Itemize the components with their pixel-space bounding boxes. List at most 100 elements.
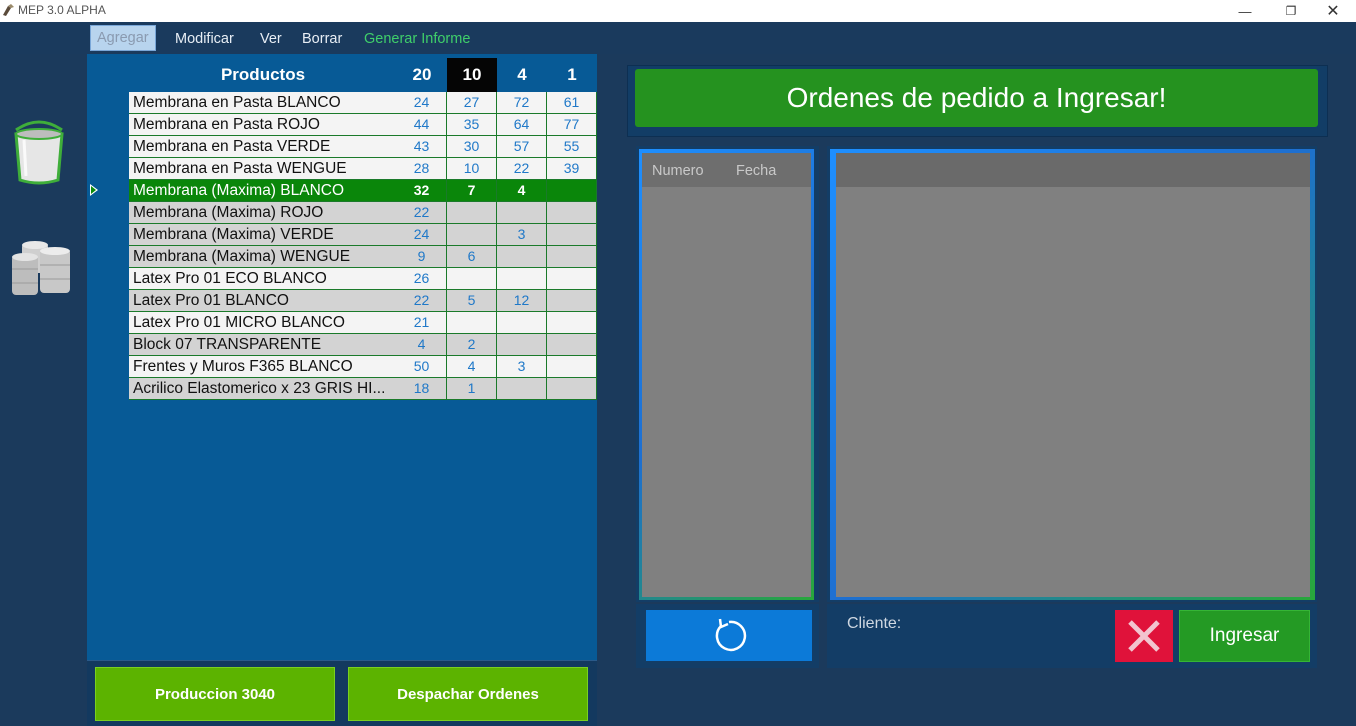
header-productos[interactable]: Productos [129, 58, 397, 92]
product-name-cell[interactable]: Latex Pro 01 MICRO BLANCO [129, 312, 398, 334]
table-row[interactable]: Membrana en Pasta BLANCO 24 27 72 61 [87, 92, 597, 114]
quantity-cell[interactable] [547, 290, 597, 312]
product-name-cell[interactable]: Membrana en Pasta ROJO [129, 114, 398, 136]
quantity-cell[interactable]: 3 [497, 224, 547, 246]
refresh-button[interactable] [646, 610, 812, 661]
menu-generar-informe[interactable]: Generar Informe [358, 26, 476, 52]
quantity-cell[interactable] [447, 312, 497, 334]
menu-modificar[interactable]: Modificar [169, 26, 240, 52]
quantity-cell[interactable]: 22 [397, 290, 447, 312]
quantity-cell[interactable]: 4 [397, 334, 447, 356]
quantity-cell[interactable]: 26 [397, 268, 447, 290]
quantity-cell[interactable]: 7 [447, 180, 497, 202]
barrels-icon[interactable] [10, 239, 72, 299]
table-row[interactable]: Latex Pro 01 ECO BLANCO 26 [87, 268, 597, 290]
column-fecha[interactable]: Fecha [736, 163, 776, 179]
product-name-cell[interactable]: Latex Pro 01 BLANCO [129, 290, 398, 312]
row-indicator[interactable] [87, 202, 129, 224]
close-window-button[interactable]: ✕ [1310, 0, 1356, 22]
quantity-cell[interactable]: 2 [447, 334, 497, 356]
header-size-4[interactable]: 4 [497, 58, 547, 92]
quantity-cell[interactable] [447, 202, 497, 224]
quantity-cell[interactable] [547, 268, 597, 290]
quantity-cell[interactable] [547, 312, 597, 334]
quantity-cell[interactable] [497, 378, 547, 400]
row-indicator[interactable] [87, 158, 129, 180]
quantity-cell[interactable]: 24 [397, 92, 447, 114]
quantity-cell[interactable] [547, 378, 597, 400]
row-indicator[interactable] [87, 136, 129, 158]
quantity-cell[interactable]: 44 [397, 114, 447, 136]
quantity-cell[interactable]: 5 [447, 290, 497, 312]
product-name-cell[interactable]: Latex Pro 01 ECO BLANCO [129, 268, 398, 290]
row-indicator[interactable] [87, 356, 129, 378]
table-row[interactable]: Latex Pro 01 MICRO BLANCO 21 [87, 312, 597, 334]
quantity-cell[interactable] [447, 224, 497, 246]
row-indicator[interactable] [87, 268, 129, 290]
quantity-cell[interactable]: 12 [497, 290, 547, 312]
header-size-10[interactable]: 10 [447, 58, 497, 92]
product-name-cell[interactable]: Membrana en Pasta BLANCO [129, 92, 398, 114]
row-indicator[interactable] [87, 312, 129, 334]
table-row[interactable]: Membrana en Pasta ROJO 44 35 64 77 [87, 114, 597, 136]
row-indicator[interactable] [87, 334, 129, 356]
table-row[interactable]: Membrana en Pasta VERDE 43 30 57 55 [87, 136, 597, 158]
quantity-cell[interactable]: 32 [397, 180, 447, 202]
table-row[interactable]: Acrilico Elastomerico x 23 GRIS HI... 18 1 [87, 378, 597, 400]
quantity-cell[interactable] [497, 312, 547, 334]
quantity-cell[interactable]: 24 [397, 224, 447, 246]
restore-button[interactable]: ❐ [1268, 0, 1314, 22]
quantity-cell[interactable]: 21 [397, 312, 447, 334]
table-row[interactable]: Membrana (Maxima) WENGUE 9 6 [87, 246, 597, 268]
quantity-cell[interactable] [547, 356, 597, 378]
quantity-cell[interactable]: 18 [397, 378, 447, 400]
quantity-cell[interactable]: 35 [447, 114, 497, 136]
menu-ver[interactable]: Ver [254, 26, 288, 52]
quantity-cell[interactable]: 10 [447, 158, 497, 180]
table-row[interactable]: Frentes y Muros F365 BLANCO 50 4 3 [87, 356, 597, 378]
produccion-button[interactable]: Produccion 3040 [95, 667, 335, 721]
table-row[interactable]: Block 07 TRANSPARENTE 4 2 [87, 334, 597, 356]
table-row[interactable]: Membrana (Maxima) BLANCO 32 7 4 [87, 180, 597, 202]
quantity-cell[interactable] [547, 246, 597, 268]
table-row[interactable]: Membrana en Pasta WENGUE 28 10 22 39 [87, 158, 597, 180]
quantity-cell[interactable]: 64 [497, 114, 547, 136]
quantity-cell[interactable]: 50 [397, 356, 447, 378]
quantity-cell[interactable]: 4 [497, 180, 547, 202]
quantity-cell[interactable]: 57 [497, 136, 547, 158]
table-row[interactable]: Membrana (Maxima) VERDE 24 3 [87, 224, 597, 246]
product-name-cell[interactable]: Frentes y Muros F365 BLANCO [129, 356, 398, 378]
quantity-cell[interactable]: 61 [547, 92, 597, 114]
product-name-cell[interactable]: Block 07 TRANSPARENTE [129, 334, 398, 356]
column-numero[interactable]: Numero [652, 163, 704, 179]
quantity-cell[interactable] [497, 246, 547, 268]
header-size-20[interactable]: 20 [397, 58, 447, 92]
product-name-cell[interactable]: Membrana en Pasta VERDE [129, 136, 398, 158]
quantity-cell[interactable]: 27 [447, 92, 497, 114]
quantity-cell[interactable] [497, 202, 547, 224]
quantity-cell[interactable]: 55 [547, 136, 597, 158]
quantity-cell[interactable] [547, 224, 597, 246]
quantity-cell[interactable] [497, 334, 547, 356]
bucket-icon[interactable] [10, 120, 68, 186]
ingresar-button[interactable]: Ingresar [1179, 610, 1310, 662]
quantity-cell[interactable]: 4 [447, 356, 497, 378]
quantity-cell[interactable] [497, 268, 547, 290]
minimize-button[interactable]: — [1222, 0, 1268, 22]
menu-agregar[interactable]: Agregar [90, 25, 156, 51]
product-name-cell[interactable]: Membrana (Maxima) VERDE [129, 224, 398, 246]
row-indicator[interactable] [87, 246, 129, 268]
despachar-ordenes-button[interactable]: Despachar Ordenes [348, 667, 588, 721]
quantity-cell[interactable]: 6 [447, 246, 497, 268]
row-indicator[interactable] [87, 224, 129, 246]
quantity-cell[interactable] [547, 180, 597, 202]
quantity-cell[interactable]: 9 [397, 246, 447, 268]
row-indicator[interactable] [87, 378, 129, 400]
product-name-cell[interactable]: Membrana (Maxima) BLANCO [129, 180, 398, 202]
quantity-cell[interactable]: 43 [397, 136, 447, 158]
menu-borrar[interactable]: Borrar [296, 26, 348, 52]
table-row[interactable]: Latex Pro 01 BLANCO 22 5 12 [87, 290, 597, 312]
cancel-button[interactable] [1115, 610, 1173, 662]
product-name-cell[interactable]: Membrana (Maxima) ROJO [129, 202, 398, 224]
quantity-cell[interactable]: 77 [547, 114, 597, 136]
